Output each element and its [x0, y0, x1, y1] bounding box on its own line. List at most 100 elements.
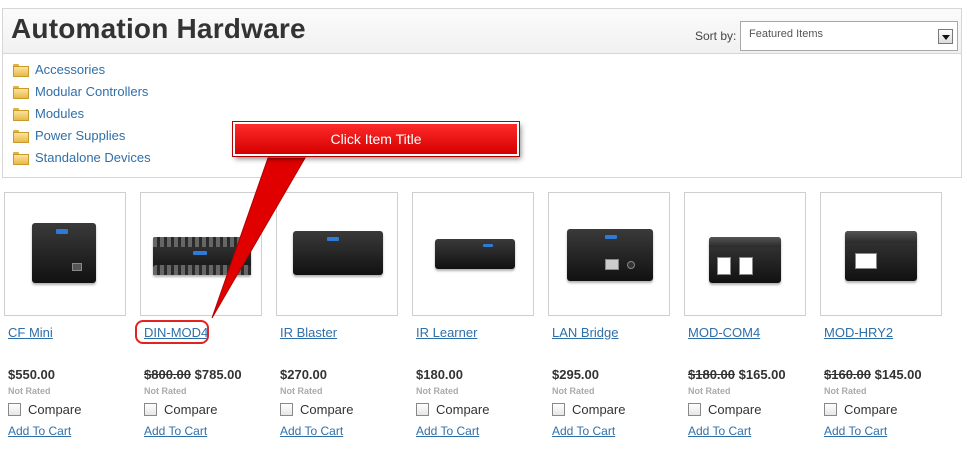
product-image[interactable]	[412, 192, 534, 316]
subcategory-link[interactable]: Modular Controllers	[35, 84, 148, 99]
add-to-cart-link[interactable]: Add To Cart	[824, 424, 887, 438]
product-price: $295.00	[552, 367, 599, 382]
product-current-price: $295.00	[552, 367, 599, 382]
add-to-cart-link[interactable]: Add To Cart	[552, 424, 615, 438]
product-rating: Not Rated	[416, 386, 459, 396]
compare-toggle[interactable]: Compare	[280, 402, 353, 417]
compare-checkbox[interactable]	[280, 403, 293, 416]
device-image	[845, 231, 917, 281]
subcategory-link[interactable]: Power Supplies	[35, 128, 125, 143]
subcategory-list: Accessories Modular Controllers Modules …	[2, 54, 962, 178]
sort-selected-value: Featured Items	[749, 28, 823, 40]
product-title[interactable]: IR Learner	[416, 325, 477, 340]
compare-toggle[interactable]: Compare	[416, 402, 489, 417]
subcategory-item-power-supplies[interactable]: Power Supplies	[13, 126, 125, 144]
compare-toggle[interactable]: Compare	[144, 402, 217, 417]
product-current-price: $785.00	[194, 367, 242, 382]
folder-icon	[13, 107, 29, 121]
add-to-cart-link[interactable]: Add To Cart	[688, 424, 751, 438]
compare-label: Compare	[436, 402, 490, 417]
chevron-down-icon[interactable]	[938, 29, 953, 44]
compare-label: Compare	[844, 402, 898, 417]
power-jack-icon	[627, 261, 635, 269]
subcategory-item-modules[interactable]: Modules	[13, 104, 84, 122]
compare-checkbox[interactable]	[688, 403, 701, 416]
callout-box: Click Item Title	[232, 121, 520, 157]
product-image[interactable]	[820, 192, 942, 316]
add-to-cart-link[interactable]: Add To Cart	[144, 424, 207, 438]
subcategory-item-accessories[interactable]: Accessories	[13, 60, 105, 78]
subcategory-link[interactable]: Standalone Devices	[35, 150, 151, 165]
device-image	[709, 237, 781, 283]
device-led	[56, 229, 68, 234]
compare-toggle[interactable]: Compare	[8, 402, 81, 417]
product-old-price: $160.00	[824, 367, 871, 382]
product-title[interactable]: LAN Bridge	[552, 325, 618, 340]
device-terminals	[153, 265, 251, 275]
subcategory-link[interactable]: Modules	[35, 106, 84, 121]
add-to-cart-link[interactable]: Add To Cart	[416, 424, 479, 438]
product-title[interactable]: IR Blaster	[280, 325, 337, 340]
folder-icon	[13, 85, 29, 99]
product-image[interactable]	[684, 192, 806, 316]
product-price: $800.00 $785.00	[144, 367, 242, 382]
device-led	[327, 237, 339, 241]
page-title: Automation Hardware	[11, 13, 306, 44]
category-header: Automation Hardware Sort by: Featured It…	[2, 8, 962, 54]
device-image	[293, 231, 383, 275]
device-image	[153, 237, 251, 275]
product-current-price: $180.00	[416, 367, 463, 382]
device-terminals	[153, 237, 251, 247]
compare-checkbox[interactable]	[824, 403, 837, 416]
product-title[interactable]: CF Mini	[8, 325, 53, 340]
folder-icon	[13, 151, 29, 165]
compare-checkbox[interactable]	[8, 403, 21, 416]
compare-label: Compare	[300, 402, 354, 417]
device-image	[435, 239, 515, 269]
add-to-cart-link[interactable]: Add To Cart	[280, 424, 343, 438]
product-title[interactable]: MOD-COM4	[688, 325, 760, 340]
product-rating: Not Rated	[552, 386, 595, 396]
folder-icon	[13, 129, 29, 143]
product-image[interactable]	[276, 192, 398, 316]
folder-icon	[13, 63, 29, 77]
compare-label: Compare	[708, 402, 762, 417]
product-old-price: $800.00	[144, 367, 191, 382]
compare-label: Compare	[164, 402, 218, 417]
product-current-price: $550.00	[8, 367, 55, 382]
product-rating: Not Rated	[824, 386, 867, 396]
connector-icon	[717, 257, 731, 275]
compare-checkbox[interactable]	[144, 403, 157, 416]
product-price: $180.00 $165.00	[688, 367, 786, 382]
compare-checkbox[interactable]	[416, 403, 429, 416]
connector-icon	[855, 253, 877, 269]
compare-label: Compare	[572, 402, 626, 417]
product-rating: Not Rated	[688, 386, 731, 396]
product-current-price: $165.00	[738, 367, 786, 382]
subcategory-item-standalone-devices[interactable]: Standalone Devices	[13, 148, 151, 166]
subcategory-item-modular-controllers[interactable]: Modular Controllers	[13, 82, 148, 100]
product-image[interactable]	[4, 192, 126, 316]
highlight-ring	[135, 320, 209, 344]
compare-toggle[interactable]: Compare	[824, 402, 897, 417]
compare-label: Compare	[28, 402, 82, 417]
connector-icon	[739, 257, 753, 275]
device-port	[72, 263, 82, 271]
product-image[interactable]	[140, 192, 262, 316]
add-to-cart-link[interactable]: Add To Cart	[8, 424, 71, 438]
device-top	[845, 231, 917, 243]
product-title[interactable]: MOD-HRY2	[824, 325, 893, 340]
sort-label: Sort by:	[695, 29, 737, 43]
product-image[interactable]	[548, 192, 670, 316]
subcategory-link[interactable]: Accessories	[35, 62, 105, 77]
product-old-price: $180.00	[688, 367, 735, 382]
product-rating: Not Rated	[8, 386, 51, 396]
product-price: $180.00	[416, 367, 463, 382]
ethernet-port-icon	[605, 259, 619, 270]
compare-checkbox[interactable]	[552, 403, 565, 416]
compare-toggle[interactable]: Compare	[552, 402, 625, 417]
sort-select[interactable]: Featured Items	[740, 21, 958, 51]
device-image	[567, 229, 653, 281]
compare-toggle[interactable]: Compare	[688, 402, 761, 417]
device-image	[32, 223, 96, 283]
